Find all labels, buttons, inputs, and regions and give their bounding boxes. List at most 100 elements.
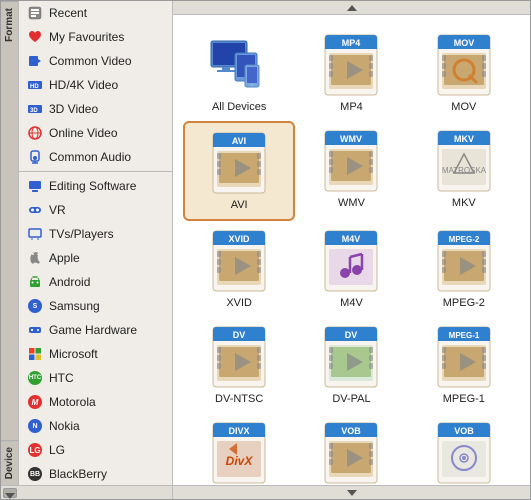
device-tab[interactable]: Device — [1, 440, 18, 485]
svg-text:M4V: M4V — [342, 234, 361, 244]
dv-pal-icon: DV — [319, 325, 383, 389]
sidebar-item-apple[interactable]: Apple — [19, 246, 172, 270]
svg-text:MPEG-2: MPEG-2 — [448, 235, 479, 244]
sidebar-item-label: Recent — [49, 6, 87, 20]
sidebar-item-vr[interactable]: VR — [19, 198, 172, 222]
sidebar-item-favourites[interactable]: My Favourites — [19, 25, 172, 49]
sidebar-item-game-hardware[interactable]: Game Hardware — [19, 318, 172, 342]
divx-icon: DIVX DivX — [207, 421, 271, 485]
sidebar-item-label: Editing Software — [49, 179, 136, 193]
sidebar-item-3d-video[interactable]: 3D 3D Video — [19, 97, 172, 121]
sidebar-item-label: Apple — [49, 251, 80, 265]
svg-text:3D: 3D — [30, 108, 38, 114]
mkv-icon: MKV MATROSKA — [432, 129, 496, 193]
sidebar-item-android[interactable]: Android — [19, 270, 172, 294]
svg-text:HD: HD — [30, 84, 39, 90]
editing-software-icon — [27, 178, 43, 194]
format-item-label: MP4 — [340, 101, 363, 113]
format-item-label: AVI — [231, 199, 248, 211]
sidebar-item-label: Online Video — [49, 126, 118, 140]
hd-icon: HD — [27, 77, 43, 93]
format-mp4[interactable]: MP4 MP4 — [295, 25, 407, 121]
scroll-down-button-content[interactable] — [173, 485, 530, 499]
microsoft-icon — [27, 346, 43, 362]
sidebar-item-online-video[interactable]: Online Video — [19, 121, 172, 145]
svg-text:MP4: MP4 — [342, 38, 361, 48]
format-divx[interactable]: DIVX DivX DIVX — [183, 413, 295, 485]
svg-text:DV: DV — [233, 330, 246, 340]
common-video-icon — [27, 53, 43, 69]
sidebar-item-samsung[interactable]: S Samsung — [19, 294, 172, 318]
vob2-icon: VOB — [432, 421, 496, 485]
format-item-label: XVID — [226, 297, 252, 309]
format-mpeg2[interactable]: MPEG-2 MPEG-2 — [408, 221, 520, 317]
format-item-label: WMV — [338, 197, 365, 209]
sidebar-item-tvs-players[interactable]: TVs/Players — [19, 222, 172, 246]
sidebar-item-common-audio[interactable]: Common Audio — [19, 145, 172, 169]
format-xvid[interactable]: XVID XVID — [183, 221, 295, 317]
format-item-label: All Devices — [212, 101, 266, 113]
sidebar-item-label: My Favourites — [49, 30, 124, 44]
sidebar-item-nokia[interactable]: N Nokia — [19, 414, 172, 438]
sidebar-item-label: Microsoft — [49, 347, 98, 361]
format-all-devices[interactable]: All Devices — [183, 25, 295, 121]
sidebar-scroll-bar[interactable] — [1, 485, 172, 499]
format-vob2[interactable]: VOB VOB — [408, 413, 520, 485]
svg-text:DivX: DivX — [226, 454, 254, 468]
svg-text:WMV: WMV — [340, 134, 362, 144]
svg-text:DV: DV — [345, 330, 358, 340]
format-item-label: MKV — [452, 197, 476, 209]
sidebar-item-motorola[interactable]: M Motorola — [19, 390, 172, 414]
online-icon — [27, 125, 43, 141]
format-wmv[interactable]: WMV WMV — [295, 121, 407, 221]
scroll-up-button[interactable] — [173, 1, 530, 15]
format-item-label: M4V — [340, 297, 363, 309]
format-dv-ntsc[interactable]: DV DV-NTSC — [183, 317, 295, 413]
mpeg1-icon: MPEG-1 — [432, 325, 496, 389]
sidebar-item-hd4k[interactable]: HD HD/4K Video — [19, 73, 172, 97]
sidebar-item-label: 3D Video — [49, 102, 98, 116]
format-mpeg1[interactable]: MPEG-1 MPEG-1 — [408, 317, 520, 413]
format-dv-pal[interactable]: DV DV-PAL — [295, 317, 407, 413]
sidebar-item-common-video[interactable]: Common Video — [19, 49, 172, 73]
mov-icon: MOV — [432, 33, 496, 97]
sidebar-item-label: VR — [49, 203, 66, 217]
m4v-icon: M4V — [319, 229, 383, 293]
svg-text:AVI: AVI — [232, 136, 246, 146]
format-grid: All Devices MP4 — [173, 15, 530, 485]
3d-icon: 3D — [27, 101, 43, 117]
sidebar-item-blackberry[interactable]: BB BlackBerry — [19, 462, 172, 485]
format-mov[interactable]: MOV MOV — [408, 25, 520, 121]
sidebar-item-label: Samsung — [49, 299, 100, 313]
game-hardware-icon — [27, 322, 43, 338]
format-mkv[interactable]: MKV MATROSKA MKV — [408, 121, 520, 221]
mp4-icon: MP4 — [319, 33, 383, 97]
format-item-label: DV-NTSC — [215, 393, 263, 405]
format-tab[interactable]: Format — [1, 1, 18, 48]
sidebar-item-label: Motorola — [49, 395, 96, 409]
sidebar-item-htc[interactable]: HTC HTC — [19, 366, 172, 390]
format-avi[interactable]: AVI AVI — [183, 121, 295, 221]
sidebar-item-label: LG — [49, 443, 65, 457]
sidebar-item-label: BlackBerry — [49, 467, 107, 481]
format-item-label: MOV — [451, 101, 476, 113]
format-content-area: All Devices MP4 — [173, 1, 530, 499]
sidebar-item-editing-software[interactable]: Editing Software — [19, 174, 172, 198]
sidebar-item-label: Common Audio — [49, 150, 131, 164]
heart-icon — [27, 29, 43, 45]
svg-text:DIVX: DIVX — [229, 426, 250, 436]
xvid-icon: XVID — [207, 229, 271, 293]
sidebar-item-lg[interactable]: LG LG — [19, 438, 172, 462]
format-vob1[interactable]: VOB VOB — [295, 413, 407, 485]
svg-text:MOV: MOV — [454, 38, 475, 48]
scroll-down-button[interactable] — [3, 488, 17, 498]
svg-text:XVID: XVID — [229, 234, 251, 244]
sidebar-item-label: HTC — [49, 371, 74, 385]
svg-text:VOB: VOB — [454, 426, 474, 436]
lg-icon: LG — [27, 442, 43, 458]
sidebar-item-microsoft[interactable]: Microsoft — [19, 342, 172, 366]
sidebar-item-recent[interactable]: Recent — [19, 1, 172, 25]
format-m4v[interactable]: M4V M4V — [295, 221, 407, 317]
format-item-label: DV-PAL — [332, 393, 370, 405]
sidebar-item-label: Android — [49, 275, 90, 289]
